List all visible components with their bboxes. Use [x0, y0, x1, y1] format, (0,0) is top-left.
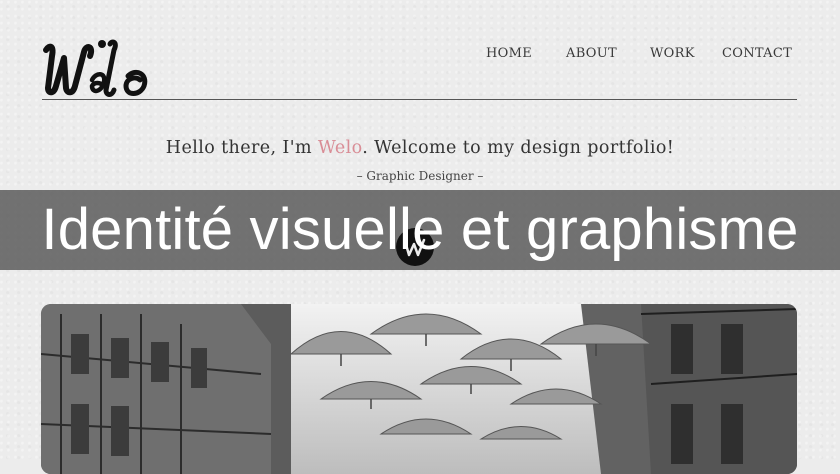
- header-divider: [42, 99, 797, 100]
- intro-prefix: Hello there, I'm: [165, 138, 318, 158]
- intro-suffix: . Welcome to my design portfolio!: [362, 138, 675, 158]
- intro-role: – Graphic Designer –: [356, 169, 484, 183]
- intro-tagline: Hello there, I'm Welo. Welcome to my des…: [0, 138, 840, 158]
- nav-work-link[interactable]: WORK: [650, 46, 695, 61]
- banner-title: Identité visuelle et graphisme: [41, 197, 799, 262]
- nav-home-link[interactable]: HOME: [486, 46, 532, 61]
- umbrella-street-image: [41, 304, 797, 474]
- hero-image: [41, 304, 797, 474]
- nav-contact-link[interactable]: CONTACT: [722, 46, 792, 61]
- main-nav: HOME ABOUT WORK CONTACT: [0, 46, 840, 66]
- nav-about-link[interactable]: ABOUT: [566, 46, 617, 61]
- intro-name-highlight: Welo: [317, 138, 363, 158]
